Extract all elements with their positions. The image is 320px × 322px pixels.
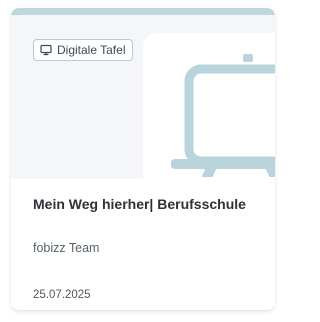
- whiteboard-icon: [170, 51, 275, 179]
- monitor-icon: [40, 44, 52, 56]
- material-card[interactable]: Digitale Tafel Mein Weg hierher| Berufss…: [11, 8, 275, 310]
- card-date: 25.07.2025: [33, 289, 91, 301]
- card-author: fobizz Team: [33, 241, 100, 255]
- card-top-strip: [11, 8, 275, 15]
- category-badge-label: Digitale Tafel: [57, 43, 126, 57]
- card-title[interactable]: Mein Weg hierher| Berufsschule: [33, 194, 253, 215]
- card-content: Mein Weg hierher| Berufsschule fobizz Te…: [11, 179, 275, 310]
- category-badge: Digitale Tafel: [33, 39, 134, 61]
- card-hero: Digitale Tafel: [11, 15, 275, 179]
